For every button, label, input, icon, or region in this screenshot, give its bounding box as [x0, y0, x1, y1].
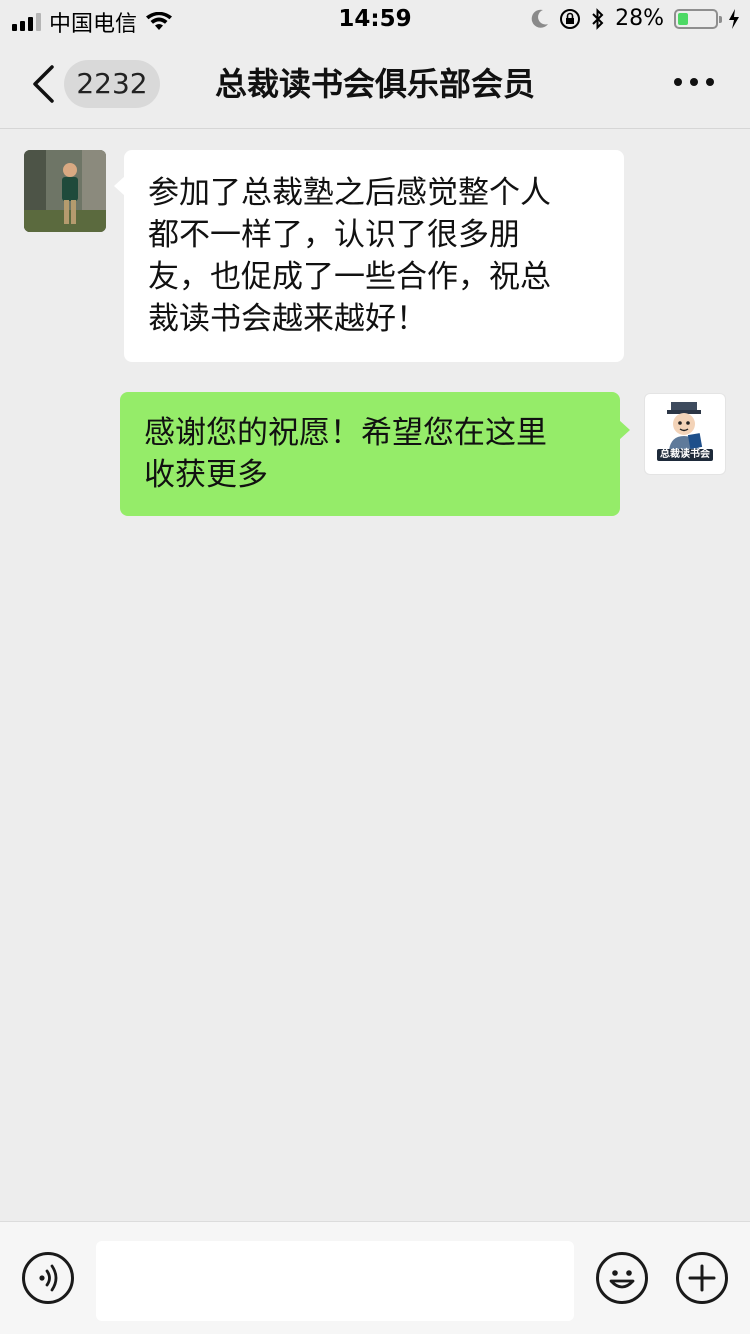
battery-fill: [678, 12, 688, 25]
status-bar: 中国电信 14:59 28%: [0, 0, 750, 40]
battery-icon: [674, 8, 722, 29]
charging-icon: [729, 8, 739, 29]
emoji-icon[interactable]: [596, 1252, 648, 1304]
battery-percent: 28%: [615, 6, 664, 31]
voice-icon[interactable]: [22, 1252, 74, 1304]
chat-area[interactable]: 参加了总裁塾之后感觉整个人 都不一样了，认识了很多朋 友，也促成了一些合作，祝总…: [0, 129, 750, 1334]
moon-icon: [531, 9, 549, 28]
input-bar: [0, 1221, 750, 1334]
rotation-lock-icon: [560, 8, 581, 29]
message-input[interactable]: [96, 1241, 574, 1321]
more-dots-icon[interactable]: [674, 78, 714, 86]
received-message-bubble[interactable]: 参加了总裁塾之后感觉整个人 都不一样了，认识了很多朋 友，也促成了一些合作，祝总…: [114, 150, 624, 362]
my-avatar[interactable]: 总裁读书会: [644, 393, 726, 475]
status-right: 28%: [531, 6, 740, 31]
sender-avatar[interactable]: [24, 150, 106, 232]
sent-message-bubble[interactable]: 感谢您的祝愿！希望您在这里 收获更多: [120, 392, 630, 516]
unread-count-badge[interactable]: 2232: [64, 60, 160, 108]
person-photo: [24, 150, 106, 232]
logo-text: 总裁读书会: [660, 449, 710, 460]
chevron-left-icon[interactable]: [30, 64, 56, 104]
chat-title: 总裁读书会俱乐部会员: [214, 65, 535, 103]
plus-icon[interactable]: [676, 1252, 728, 1304]
bluetooth-icon: [592, 7, 604, 30]
nav-bar: 2232 总裁读书会俱乐部会员: [0, 40, 750, 129]
book-club-logo: [657, 402, 713, 461]
